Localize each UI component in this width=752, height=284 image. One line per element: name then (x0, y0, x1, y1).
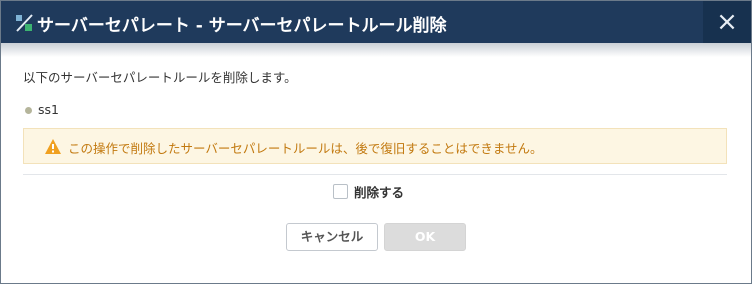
close-icon: × (716, 7, 738, 37)
rule-name: ss1 (38, 102, 59, 117)
confirm-delete-label[interactable]: 削除する (354, 182, 404, 201)
divider (23, 174, 727, 175)
cancel-button[interactable]: キャンセル (286, 223, 378, 251)
ok-button[interactable]: OK (384, 223, 466, 251)
dialog-title: サーバーセパレート - サーバーセパレートルール削除 (37, 16, 447, 36)
close-button[interactable]: × (703, 1, 751, 43)
warning-text: この操作で削除したサーバーセパレートルールは、後で復旧することはできません。 (68, 141, 543, 156)
confirm-delete-checkbox[interactable] (333, 184, 348, 199)
intro-text: 以下のサーバーセパレートルールを削除します。 (23, 70, 297, 85)
list-item: ss1 (25, 102, 59, 117)
server-separate-icon (16, 14, 33, 32)
warning-icon (45, 139, 61, 154)
delete-rule-dialog: サーバーセパレート - サーバーセパレートルール削除 × 以下のサーバーセパレー… (0, 0, 752, 284)
dialog-titlebar: サーバーセパレート - サーバーセパレートルール削除 × (1, 1, 751, 43)
titlebar-shadow (1, 43, 751, 57)
warning-box: この操作で削除したサーバーセパレートルールは、後で復旧することはできません。 (23, 128, 727, 164)
bullet-dot-icon (25, 107, 32, 114)
